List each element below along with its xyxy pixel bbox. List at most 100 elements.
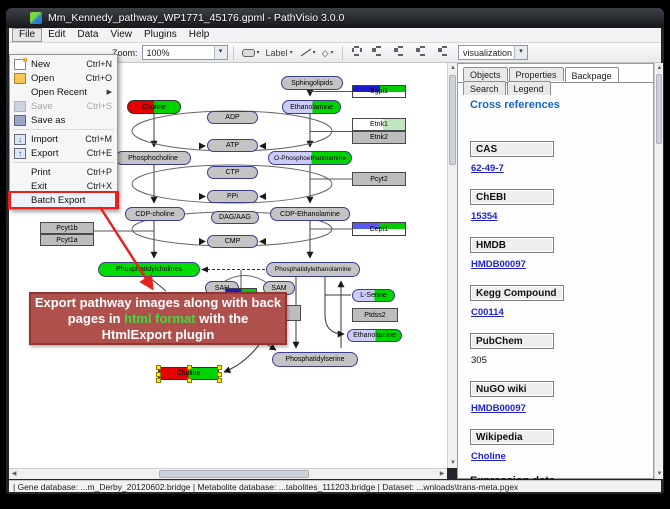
menu-file[interactable]: File (12, 28, 42, 42)
zoom-combobox[interactable]: 100% ▾ (142, 45, 228, 60)
zoom-value: 100% (143, 48, 214, 58)
node-label: Phosphatidylethanolamine (275, 266, 351, 273)
metabolite-node-phosphatidylethanolamine[interactable]: Phosphatidylethanolamine (266, 262, 360, 277)
file-menu-item-import[interactable]: ↓ImportCtrl+M (10, 132, 117, 146)
xref-link[interactable]: HMDB00097 (471, 259, 643, 270)
label-tool-button[interactable]: Label▾ (264, 45, 295, 61)
gene-node-pcyt1b[interactable]: Pcyt1b (40, 222, 94, 234)
menu-edit[interactable]: Edit (42, 28, 71, 42)
selection-handle[interactable] (187, 378, 192, 383)
file-menu-item-open[interactable]: OpenCtrl+O (10, 71, 117, 85)
menu-view[interactable]: View (104, 28, 138, 42)
xref-link[interactable]: 62-49-7 (471, 163, 643, 174)
metabolite-node-ethanolamine[interactable]: Ethanolamine (347, 329, 402, 342)
gene-node-etnk2[interactable]: Etnk2 (352, 131, 406, 144)
line-tool-button[interactable]: ▾ (297, 45, 318, 61)
callout-line2-pre: pages in (68, 311, 124, 326)
file-menu-item-save[interactable]: SaveCtrl+S (10, 99, 117, 113)
distribute-horizontal-button[interactable] (393, 46, 408, 60)
gene-node-cept1[interactable]: Cept1 (352, 222, 406, 236)
scroll-right-icon[interactable]: ▶ (437, 469, 447, 479)
visualization-value: visualization (459, 48, 514, 58)
selection-handle[interactable] (156, 378, 161, 383)
metabolite-node-choline[interactable]: Choline (127, 100, 181, 114)
tab-properties[interactable]: Properties (509, 67, 564, 81)
shape-tool-button[interactable]: ◇▾ (320, 45, 336, 61)
gene-node-sgpl1[interactable]: Sgpl1 (352, 85, 406, 98)
menu-data[interactable]: Data (71, 28, 104, 42)
scroll-down-icon[interactable]: ▼ (655, 469, 664, 479)
shape-tool-icon: ◇ (322, 46, 329, 60)
file-menu-item-print[interactable]: PrintCtrl+P (10, 165, 117, 179)
menu-item-shortcut: Ctrl+N (86, 59, 112, 69)
menu-bar: FileEditDataViewPluginsHelp (9, 28, 661, 43)
stack-button[interactable] (435, 46, 450, 60)
metabolite-node-cdp-ethanolamine[interactable]: CDP-Ethanolamine (270, 207, 350, 221)
menu-item-shortcut: Ctrl+X (87, 181, 112, 191)
title-bar[interactable]: Mm_Kennedy_pathway_WP1771_45176.gpml - P… (6, 8, 664, 28)
chevron-down-icon[interactable]: ▾ (257, 49, 260, 56)
metabolite-node-adp[interactable]: ADP (207, 111, 258, 124)
metabolite-node-phosphatidylcholines[interactable]: Phosphatidylcholines (98, 262, 200, 277)
metabolite-node-phosphatidylserine[interactable]: Phosphatidylserine (272, 352, 358, 367)
gene-node-pcyt2[interactable]: Pcyt2 (352, 172, 406, 186)
gene-node-ptdss2[interactable]: Ptdss2 (352, 308, 398, 322)
menu-item-label: Import (31, 134, 85, 145)
xref-link[interactable]: C00114 (471, 307, 643, 318)
metabolite-node-choline[interactable]: Choline (158, 367, 219, 380)
scroll-left-icon[interactable]: ◀ (9, 469, 19, 479)
file-menu-item-save-as[interactable]: Save as (10, 113, 117, 127)
tab-objects[interactable]: Objects (463, 67, 508, 81)
metabolite-node-cdp-choline[interactable]: CDP-choline (125, 207, 185, 221)
scroll-up-icon[interactable]: ▲ (655, 63, 664, 73)
metabolite-node-dag-aag[interactable]: DAG/AAG (211, 211, 259, 224)
node-label: Cept1 (370, 226, 389, 233)
file-menu-item-batch-export[interactable]: Batch Export (10, 193, 117, 207)
gene-node-pcyt1a[interactable]: Pcyt1a (40, 234, 94, 246)
distribute-vertical-button[interactable] (414, 46, 429, 60)
tab-backpage[interactable]: Backpage (565, 67, 619, 82)
xref-entry: ChEBI15354 (470, 187, 643, 222)
canvas-horizontal-scrollbar[interactable]: ◀ ▶ (9, 468, 447, 479)
datanode-tool-button[interactable]: ▾ (240, 45, 262, 61)
file-menu-item-open-recent[interactable]: Open Recent▶ (10, 85, 117, 99)
metabolite-node-sphingolipids[interactable]: Sphingolipids (281, 76, 343, 90)
node-label: ATP (226, 142, 239, 149)
panel-vertical-scrollbar[interactable]: ▲ ▼ (654, 63, 663, 479)
callout-line3: HtmlExport plugin (102, 327, 215, 342)
gene-node-etnk1[interactable]: Etnk1 (352, 118, 406, 131)
menu-plugins[interactable]: Plugins (138, 28, 183, 42)
file-menu-item-new[interactable]: NewCtrl+N (10, 57, 117, 71)
selection-handle[interactable] (217, 365, 222, 370)
selection-handle[interactable] (156, 372, 161, 377)
chevron-down-icon[interactable]: ▾ (290, 49, 293, 56)
metabolite-node-phosphocholine[interactable]: Phosphocholine (115, 151, 191, 165)
metabolite-node-ppi[interactable]: PPi (207, 190, 258, 203)
selection-handle[interactable] (187, 365, 192, 370)
metabolite-node-cmp[interactable]: CMP (207, 235, 258, 248)
metabolite-node-atp[interactable]: ATP (207, 139, 258, 152)
visualization-combobox[interactable]: visualization ▾ (458, 45, 528, 60)
chevron-down-icon[interactable]: ▾ (313, 49, 316, 56)
selection-handle[interactable] (156, 365, 161, 370)
gene-node[interactable] (285, 305, 301, 321)
xref-link[interactable]: 15354 (471, 211, 643, 222)
metabolite-node-l-serine[interactable]: L-Serine (352, 289, 395, 302)
metabolite-node-ctp[interactable]: CTP (207, 166, 258, 179)
chevron-down-icon[interactable]: ▾ (514, 46, 527, 59)
selection-handle[interactable] (217, 372, 222, 377)
chevron-down-icon[interactable]: ▾ (331, 49, 334, 56)
file-menu-item-exit[interactable]: ExitCtrl+X (10, 179, 117, 193)
align-center-button[interactable] (351, 46, 366, 60)
file-menu-item-export[interactable]: ↑ExportCtrl+E (10, 146, 117, 160)
chevron-down-icon[interactable]: ▾ (214, 46, 227, 59)
metabolite-node-ethanolamine[interactable]: Ethanolamine (282, 100, 341, 114)
selection-handle[interactable] (217, 378, 222, 383)
node-label: Etnk2 (370, 134, 388, 141)
menu-help[interactable]: Help (183, 28, 216, 42)
canvas-vertical-scrollbar[interactable]: ▲ ▼ (447, 63, 457, 468)
xref-link[interactable]: Choline (471, 451, 643, 462)
xref-link[interactable]: HMDB00097 (471, 403, 643, 414)
metabolite-node-o-phosphoethanolamine[interactable]: O-Phosphoethanolamine (268, 151, 352, 165)
align-middle-button[interactable] (372, 46, 387, 60)
